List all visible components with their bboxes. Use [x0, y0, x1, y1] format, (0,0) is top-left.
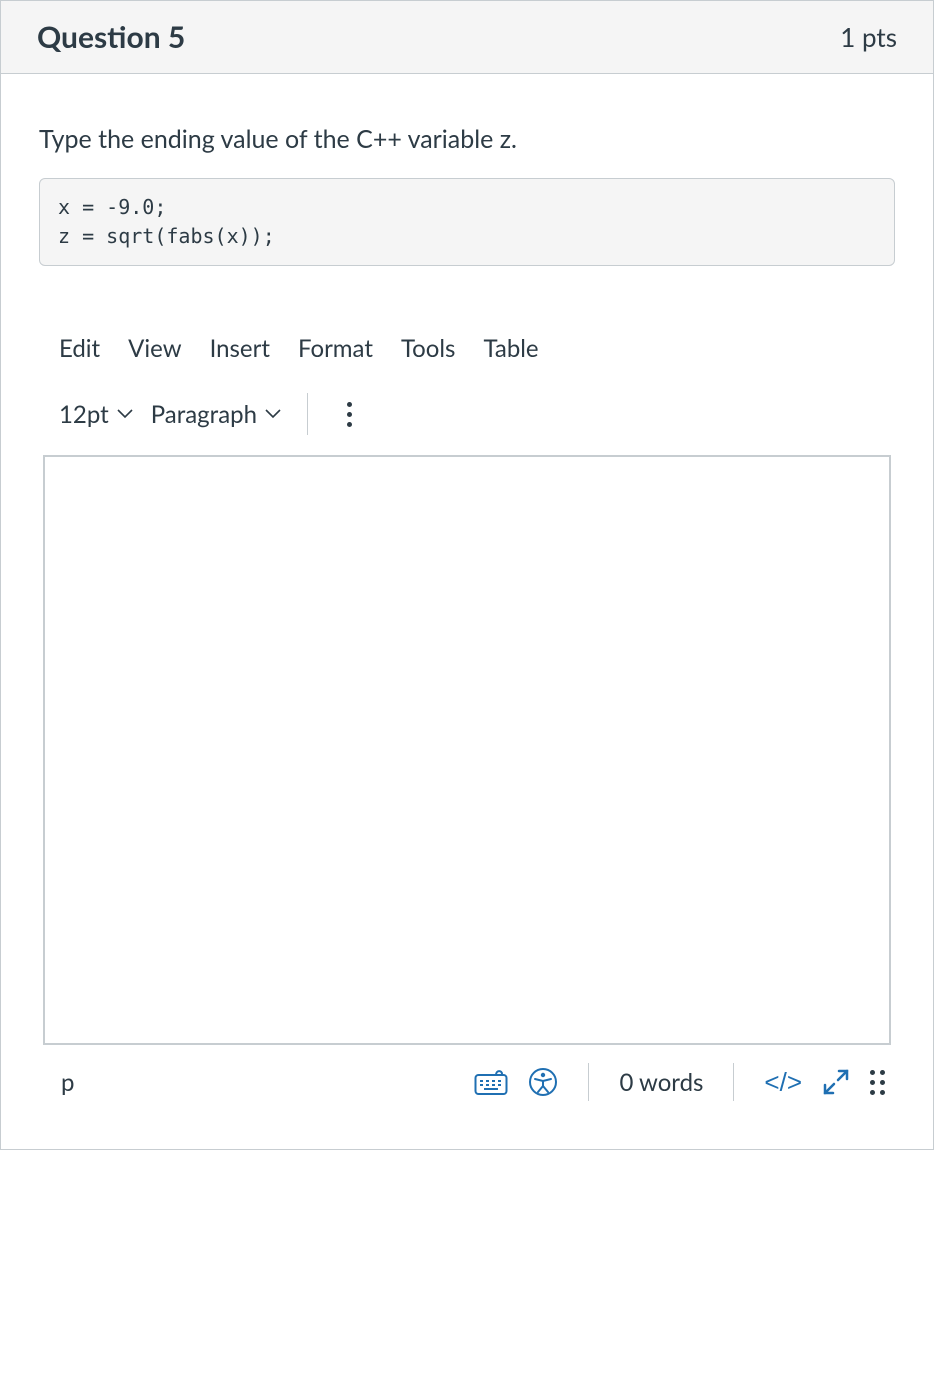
block-format-label: Paragraph: [151, 400, 257, 429]
question-title: Question 5: [37, 19, 185, 55]
question-header: Question 5 1 pts: [1, 1, 933, 74]
more-vertical-icon: [347, 402, 352, 427]
editor-toolbar: 12pt Paragraph: [41, 385, 893, 455]
menu-table[interactable]: Table: [483, 334, 538, 363]
expand-icon: [822, 1068, 850, 1096]
html-view-button[interactable]: </>: [764, 1067, 802, 1098]
menu-insert[interactable]: Insert: [210, 334, 270, 363]
toolbar-divider: [307, 393, 308, 435]
menu-tools[interactable]: Tools: [401, 334, 456, 363]
chevron-down-icon: [265, 409, 281, 419]
keyboard-shortcuts-button[interactable]: [474, 1069, 508, 1095]
menu-format[interactable]: Format: [298, 334, 373, 363]
accessibility-checker-button[interactable]: [528, 1067, 558, 1097]
rich-text-editor: Edit View Insert Format Tools Table 12pt…: [39, 326, 895, 1119]
editor-content-area[interactable]: [43, 455, 891, 1045]
font-size-label: 12pt: [59, 400, 109, 429]
chevron-down-icon: [117, 409, 133, 419]
block-format-select[interactable]: Paragraph: [151, 400, 281, 429]
question-points: 1 pts: [840, 21, 897, 53]
code-block: x = -9.0; z = sqrt(fabs(x));: [39, 178, 895, 266]
question-prompt: Type the ending value of the C++ variabl…: [39, 124, 895, 154]
fullscreen-button[interactable]: [822, 1068, 850, 1096]
statusbar-divider: [733, 1063, 734, 1101]
more-options-button[interactable]: [334, 398, 366, 430]
menu-edit[interactable]: Edit: [59, 334, 100, 363]
editor-statusbar: p: [41, 1045, 893, 1119]
question-container: Question 5 1 pts Type the ending value o…: [0, 0, 934, 1150]
statusbar-divider: [588, 1063, 589, 1101]
question-body: Type the ending value of the C++ variabl…: [1, 74, 933, 1149]
accessibility-icon: [528, 1067, 558, 1097]
menu-view[interactable]: View: [128, 334, 181, 363]
font-size-select[interactable]: 12pt: [59, 400, 133, 429]
keyboard-icon: [474, 1069, 508, 1095]
element-path[interactable]: p: [61, 1068, 74, 1097]
editor-menubar: Edit View Insert Format Tools Table: [41, 326, 893, 385]
word-count[interactable]: 0 words: [619, 1068, 703, 1097]
resize-handle[interactable]: [870, 1070, 885, 1095]
